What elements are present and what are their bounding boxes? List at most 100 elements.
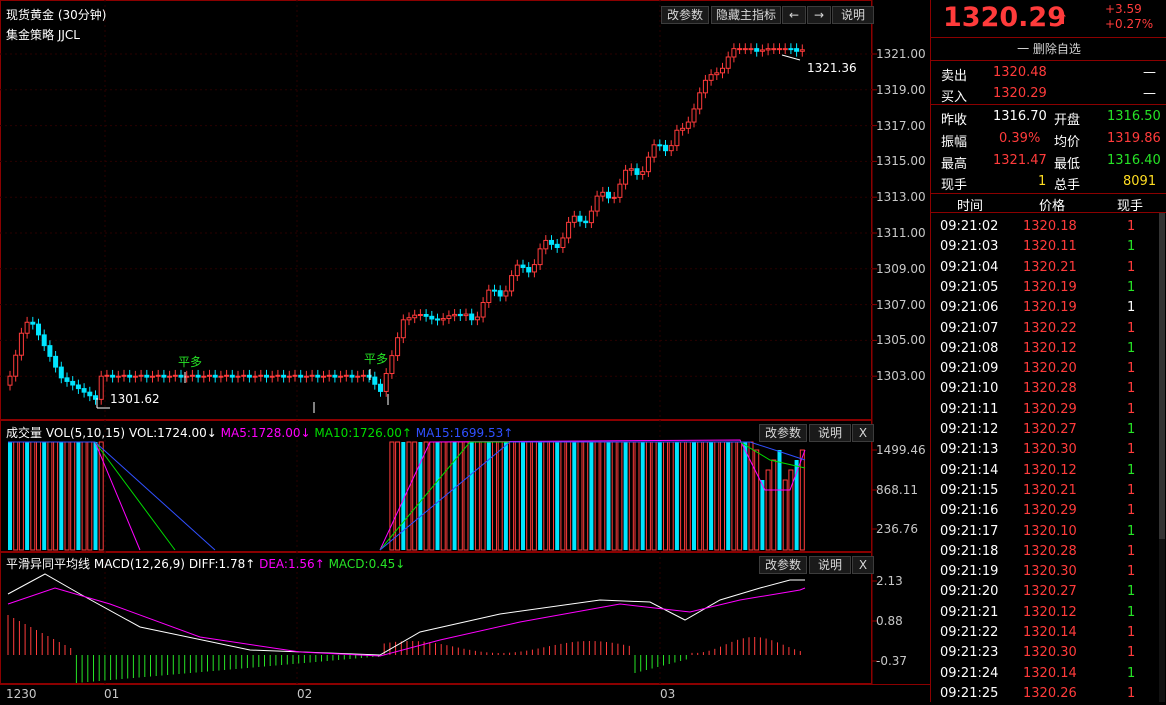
scroll-right-button[interactable]: → <box>807 6 831 24</box>
scroll-left-button[interactable]: ← <box>782 6 806 24</box>
candle-body <box>429 315 435 320</box>
volume-bar <box>777 450 782 550</box>
bid-ask-box: 卖出 1320.48 — 买入 1320.29 — <box>931 60 1166 105</box>
candle-body <box>207 374 212 377</box>
candle-body <box>566 221 572 239</box>
candle-body <box>24 321 30 334</box>
main-chart-pane[interactable]: 现货黄金 (30分钟) 集金策略 JJCL 改参数 隐藏主指标 ← → 说明 1… <box>0 0 930 420</box>
time-label-02: 02 <box>297 687 313 701</box>
trade-volume: 1 <box>1127 523 1136 539</box>
candle-body <box>303 375 309 378</box>
last-price: 1320.29 <box>943 2 1066 33</box>
time-label-1230: 1230 <box>6 687 37 701</box>
diff-value: DIFF:1.78↑ <box>188 557 256 571</box>
macd-axis-1: 2.13 <box>876 574 903 588</box>
trade-time: 09:21:09 <box>940 361 999 377</box>
prev-close-value: 1316.70 <box>993 109 1047 124</box>
trade-volume: 1 <box>1127 645 1136 661</box>
volume-bar <box>509 441 515 551</box>
candle-body <box>212 374 218 378</box>
avg-price-label: 均价 <box>1054 135 1081 150</box>
high-marker-line <box>781 54 801 61</box>
trade-price: 1320.12 <box>1023 604 1077 620</box>
volume-pane[interactable]: 成交量 VOL(5,10,15) VOL:1724.00↓ MA5:1728.0… <box>0 420 930 552</box>
candle-body <box>412 314 418 319</box>
trade-price: 1320.30 <box>1023 645 1077 661</box>
candle-body <box>172 374 178 377</box>
candle-body <box>725 56 731 69</box>
macd-pane[interactable]: 平滑异同平均线 MACD(12,26,9) DIFF:1.78↑ DEA:1.5… <box>0 552 930 684</box>
volume-bar <box>731 441 737 551</box>
vol-close-button[interactable]: X <box>852 424 874 442</box>
time-label-01: 01 <box>104 687 120 701</box>
trade-volume: 1 <box>1127 279 1136 295</box>
change-params-button[interactable]: 改参数 <box>661 6 709 24</box>
trades-header: 时间 价格 现手 <box>931 194 1166 214</box>
signal-close-long-2: 平多 <box>364 352 389 366</box>
volume-bar <box>87 441 93 551</box>
candle-body <box>292 374 298 377</box>
volume-bar <box>549 441 554 551</box>
candle-body <box>343 374 349 377</box>
candle-body <box>315 374 321 378</box>
candle-body <box>708 74 714 81</box>
candle-body <box>446 315 452 319</box>
candle-body <box>777 48 782 51</box>
trade-time: 09:21:05 <box>940 279 999 295</box>
stats-box: 昨收 1316.70 开盘 1316.50 振幅 0.39% 均价 1319.8… <box>931 105 1166 194</box>
remove-favorite-button[interactable]: 一 删除自选 <box>931 37 1166 61</box>
trade-time: 09:21:06 <box>940 300 999 316</box>
candle-body <box>452 313 458 317</box>
trade-volume: 1 <box>1127 300 1136 316</box>
macd-explain-button[interactable]: 说明 <box>809 556 851 574</box>
volume-bar <box>543 441 549 551</box>
candle-body <box>588 210 594 224</box>
trade-volume: 1 <box>1127 584 1136 600</box>
hide-main-indicator-button[interactable]: 隐藏主指标 <box>711 6 781 24</box>
candle-body <box>634 168 640 175</box>
trade-row: 09:21:09 1320.20 1 <box>931 359 1166 380</box>
trade-time: 09:21:04 <box>940 259 999 275</box>
candle-body <box>349 374 355 378</box>
low-value: 1316.40 <box>1107 153 1161 168</box>
trades-header-volume: 现手 <box>1117 199 1144 214</box>
candlestick-chart[interactable] <box>0 0 930 420</box>
trade-volume: 1 <box>1127 219 1136 234</box>
trade-row: 09:21:24 1320.14 1 <box>931 664 1166 685</box>
volume-bar <box>457 441 463 551</box>
candle-body <box>509 275 515 292</box>
macd-close-button[interactable]: X <box>852 556 874 574</box>
candle-body <box>81 388 87 393</box>
trade-volume: 1 <box>1127 259 1136 275</box>
trade-price: 1320.19 <box>1023 279 1077 295</box>
volume-bar <box>18 441 24 551</box>
trade-price: 1320.28 <box>1023 381 1077 397</box>
trade-volume: 1 <box>1127 665 1136 681</box>
low-label: 最低 <box>1054 157 1081 172</box>
trade-price: 1320.14 <box>1023 665 1077 681</box>
macd-change-params-button[interactable]: 改参数 <box>759 556 807 574</box>
volume-bar <box>663 441 668 551</box>
trade-time: 09:21:14 <box>940 462 999 478</box>
price-axis-7: 1309.00 <box>876 262 926 276</box>
trade-row: 09:21:18 1320.28 1 <box>931 542 1166 563</box>
trade-row: 09:21:13 1320.30 1 <box>931 440 1166 461</box>
candle-body <box>486 289 492 304</box>
amplitude-value: 0.39% <box>999 131 1041 146</box>
vol-change-params-button[interactable]: 改参数 <box>759 424 807 442</box>
volume-legend: 成交量 VOL(5,10,15) VOL:1724.00↓ MA5:1728.0… <box>6 424 513 441</box>
candle-body <box>87 391 93 397</box>
candle-body <box>138 374 144 377</box>
candle-body <box>264 374 269 378</box>
trade-volume: 1 <box>1127 401 1136 417</box>
vol-explain-button[interactable]: 说明 <box>809 424 851 442</box>
volume-bar <box>463 441 469 551</box>
trade-volume: 1 <box>1127 320 1136 336</box>
volume-bar <box>583 441 589 551</box>
trade-row: 09:21:06 1320.19 1 <box>931 298 1166 319</box>
candle-body <box>98 375 104 400</box>
trade-time: 09:21:17 <box>940 523 999 539</box>
candle-body <box>18 332 24 356</box>
trade-price: 1320.21 <box>1023 482 1077 498</box>
explain-button[interactable]: 说明 <box>832 6 874 24</box>
